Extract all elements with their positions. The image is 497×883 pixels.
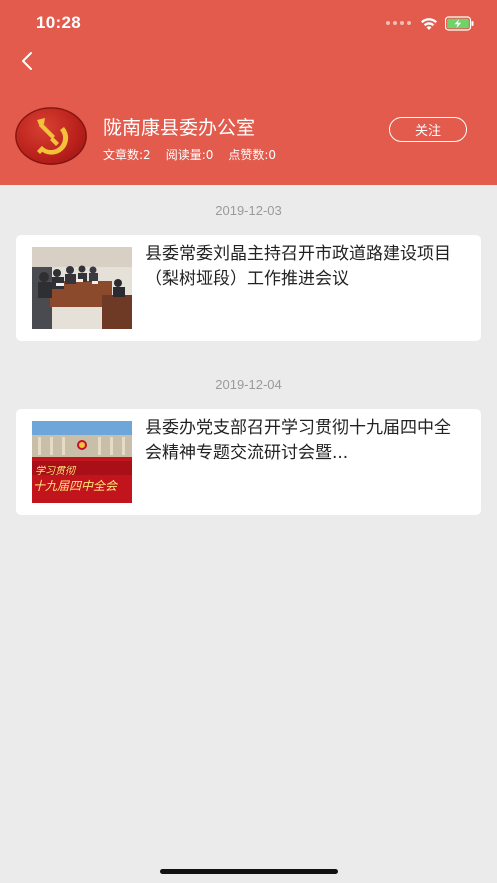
signal-icon: [386, 21, 411, 25]
profile-header: 10:28 陇南康县委办公室 文章数:2 阅读量:0 点赞数:0 关注: [0, 0, 497, 185]
wifi-icon: [421, 17, 437, 30]
profile-stats: 文章数:2 阅读量:0 点赞数:0: [103, 146, 291, 163]
avatar: [15, 107, 87, 165]
article-thumbnail: 学习贯彻 十九届四中全会: [32, 421, 132, 503]
org-name: 陇南康县委办公室: [103, 117, 256, 139]
article-thumbnail: [32, 247, 132, 329]
article-count: 文章数:2: [103, 148, 151, 162]
follow-button[interactable]: 关注: [389, 117, 467, 142]
article-title: 县委常委刘晶主持召开市政道路建设项目（梨树垭段）工作推进会议: [145, 244, 451, 289]
article-card[interactable]: 学习贯彻 十九届四中全会 县委办党支部召开学习贯彻十九届四中全会精神专题交流研讨…: [16, 409, 481, 515]
article-card[interactable]: 县委常委刘晶主持召开市政道路建设项目（梨树垭段）工作推进会议: [16, 235, 481, 341]
back-button[interactable]: [14, 48, 40, 74]
thumbnail-caption: 十九届四中全会: [33, 479, 118, 493]
battery-charging-icon: [445, 15, 474, 31]
article-date: 2019-12-03: [215, 203, 282, 218]
article-title: 县委办党支部召开学习贯彻十九届四中全会精神专题交流研讨会暨...: [145, 418, 451, 463]
article-date: 2019-12-04: [215, 377, 282, 392]
thumbnail-caption: 学习贯彻: [35, 466, 75, 477]
status-bar: 10:28: [0, 0, 497, 46]
status-time: 10:28: [36, 13, 81, 32]
back-arrow-icon: [22, 52, 32, 70]
status-icons: [386, 15, 475, 31]
party-emblem-icon: [15, 107, 87, 165]
home-indicator[interactable]: [160, 869, 338, 874]
read-count: 阅读量:0: [165, 148, 214, 162]
like-count: 点赞数:0: [228, 148, 277, 162]
